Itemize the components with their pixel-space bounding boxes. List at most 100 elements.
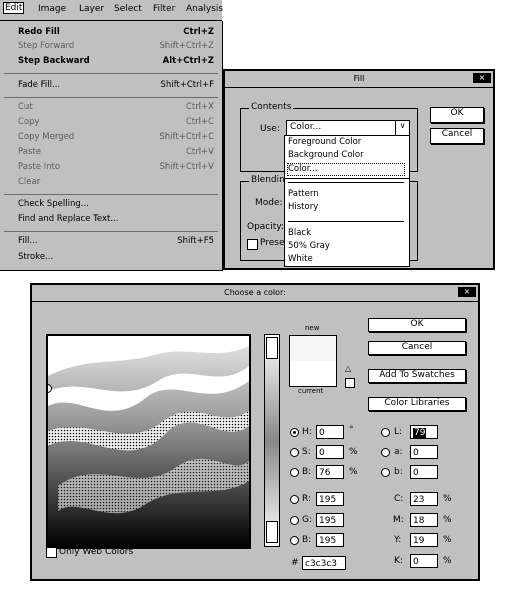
radio-blue[interactable]: [290, 536, 299, 545]
menu-item-fade-fill[interactable]: Fade Fill... Shift+Ctrl+F: [18, 80, 214, 93]
ok-button[interactable]: OK: [430, 107, 484, 123]
current-color-swatch[interactable]: [290, 361, 336, 386]
option-pattern[interactable]: Pattern: [288, 189, 319, 199]
cyan-input[interactable]: 23: [410, 492, 438, 506]
menu-item-redo-fill[interactable]: Redo Fill Ctrl+Z: [18, 27, 214, 40]
hue-slider-handle-bottom[interactable]: [266, 521, 278, 543]
menu-layer[interactable]: Layer: [79, 4, 104, 14]
color-field-gradient: [48, 336, 249, 547]
m-label: M:: [393, 515, 404, 525]
radio-green[interactable]: [290, 516, 299, 525]
menu-item-stroke[interactable]: Stroke...: [18, 252, 214, 265]
menu-separator: [4, 231, 218, 232]
color-picker-title-bar[interactable]: Choose a color: ×: [32, 285, 478, 302]
percent-unit: %: [443, 515, 452, 525]
percent-unit: %: [443, 556, 452, 566]
brightness-input[interactable]: 76: [316, 465, 344, 479]
option-history[interactable]: History: [288, 202, 318, 212]
option-foreground-color[interactable]: Foreground Color: [288, 137, 361, 147]
hex-input[interactable]: c3c3c3: [302, 556, 346, 570]
edit-menu: Redo Fill Ctrl+Z Step Forward Shift+Ctrl+Z…: [0, 21, 223, 271]
menu-separator: [4, 73, 218, 74]
color-libraries-button[interactable]: Color Libraries: [368, 397, 466, 411]
preserve-checkbox[interactable]: [247, 239, 258, 250]
menu-item-copy[interactable]: Copy Ctrl+C: [18, 117, 214, 130]
radio-brightness[interactable]: [290, 468, 299, 477]
opacity-label: Opacity:: [247, 222, 284, 232]
option-background-color[interactable]: Background Color: [288, 150, 364, 160]
close-icon[interactable]: ×: [473, 73, 491, 83]
dropdown-separator: [288, 182, 404, 183]
b-lab-input[interactable]: 0: [410, 465, 438, 479]
web-safe-icon[interactable]: [345, 378, 355, 388]
percent-unit: %: [443, 535, 452, 545]
a-input[interactable]: 0: [410, 445, 438, 459]
radio-a[interactable]: [381, 448, 390, 457]
color-swatch: [289, 335, 337, 387]
menu-item-step-backward[interactable]: Step Backward Alt+Ctrl+Z: [18, 56, 214, 69]
color-field[interactable]: [46, 334, 251, 549]
use-label: Use:: [260, 124, 280, 134]
saturation-input[interactable]: 0: [316, 445, 344, 459]
radio-red[interactable]: [290, 495, 299, 504]
menu-item-step-forward[interactable]: Step Forward Shift+Ctrl+Z: [18, 41, 214, 54]
menu-filter[interactable]: Filter: [153, 4, 175, 14]
menu-item-fill[interactable]: Fill... Shift+F5: [18, 236, 214, 249]
cube-icon[interactable]: △: [345, 365, 353, 373]
menu-analysis[interactable]: Analysis: [186, 4, 223, 14]
l-label: L:: [394, 427, 403, 437]
y-label: Y:: [394, 535, 402, 545]
chevron-down-icon[interactable]: ∨: [395, 121, 409, 135]
option-color[interactable]: Color...: [287, 163, 405, 176]
menu-item-paste[interactable]: Paste Ctrl+V: [18, 147, 214, 160]
blue-label: B:: [302, 535, 312, 545]
radio-saturation[interactable]: [290, 448, 299, 457]
radio-b-lab[interactable]: [381, 468, 390, 477]
red-input[interactable]: 195: [316, 492, 344, 506]
menu-item-cut[interactable]: Cut Ctrl+X: [18, 102, 214, 115]
use-select[interactable]: Color... ∨: [286, 120, 410, 136]
ok-button[interactable]: OK: [368, 318, 466, 332]
only-web-colors-checkbox[interactable]: [46, 547, 57, 558]
option-50-gray[interactable]: 50% Gray: [288, 241, 330, 251]
color-picker-dialog: Choose a color: × new current △ OK Cance…: [30, 283, 480, 581]
h-label: H:: [302, 427, 312, 437]
hue-input[interactable]: 0: [316, 425, 344, 439]
hex-label: #: [291, 558, 299, 568]
menu-separator: [4, 97, 218, 98]
black-input[interactable]: 0: [410, 554, 438, 568]
close-icon[interactable]: ×: [458, 287, 476, 297]
add-to-swatches-button[interactable]: Add To Swatches: [368, 369, 466, 383]
cancel-button[interactable]: Cancel: [368, 341, 466, 355]
magenta-input[interactable]: 18: [410, 513, 438, 527]
lightness-input[interactable]: 79: [410, 425, 438, 439]
radio-hue[interactable]: [290, 428, 299, 437]
menu-item-copy-merged[interactable]: Copy Merged Shift+Ctrl+C: [18, 132, 214, 145]
use-dropdown-list-lower: Pattern History Black 50% Gray White: [284, 178, 410, 267]
hue-slider[interactable]: [264, 334, 280, 547]
blue-input[interactable]: 195: [316, 533, 344, 547]
yellow-input[interactable]: 19: [410, 533, 438, 547]
menu-item-find-replace[interactable]: Find and Replace Text...: [18, 214, 214, 227]
option-black[interactable]: Black: [288, 228, 311, 238]
fill-title: Fill: [353, 74, 365, 83]
blending-label: Blendin: [249, 175, 287, 185]
menu-item-check-spelling[interactable]: Check Spelling...: [18, 199, 214, 212]
fill-title-bar[interactable]: Fill ×: [225, 71, 493, 88]
radio-lightness[interactable]: [381, 428, 390, 437]
contents-label: Contents: [249, 102, 294, 112]
color-picker-title: Choose a color:: [224, 288, 286, 297]
k-label: K:: [394, 556, 403, 566]
r-label: R:: [302, 494, 312, 504]
b-label: B:: [302, 467, 312, 477]
option-white[interactable]: White: [288, 254, 313, 264]
g-label: G:: [302, 515, 313, 525]
menu-edit[interactable]: Edit: [3, 2, 25, 14]
menu-item-paste-into[interactable]: Paste Into Shift+Ctrl+V: [18, 162, 214, 175]
menu-select[interactable]: Select: [114, 4, 142, 14]
cancel-button[interactable]: Cancel: [430, 128, 484, 144]
hue-slider-handle-top[interactable]: [266, 337, 278, 359]
green-input[interactable]: 195: [316, 513, 344, 527]
menu-item-clear[interactable]: Clear: [18, 177, 214, 190]
menu-image[interactable]: Image: [38, 4, 66, 14]
